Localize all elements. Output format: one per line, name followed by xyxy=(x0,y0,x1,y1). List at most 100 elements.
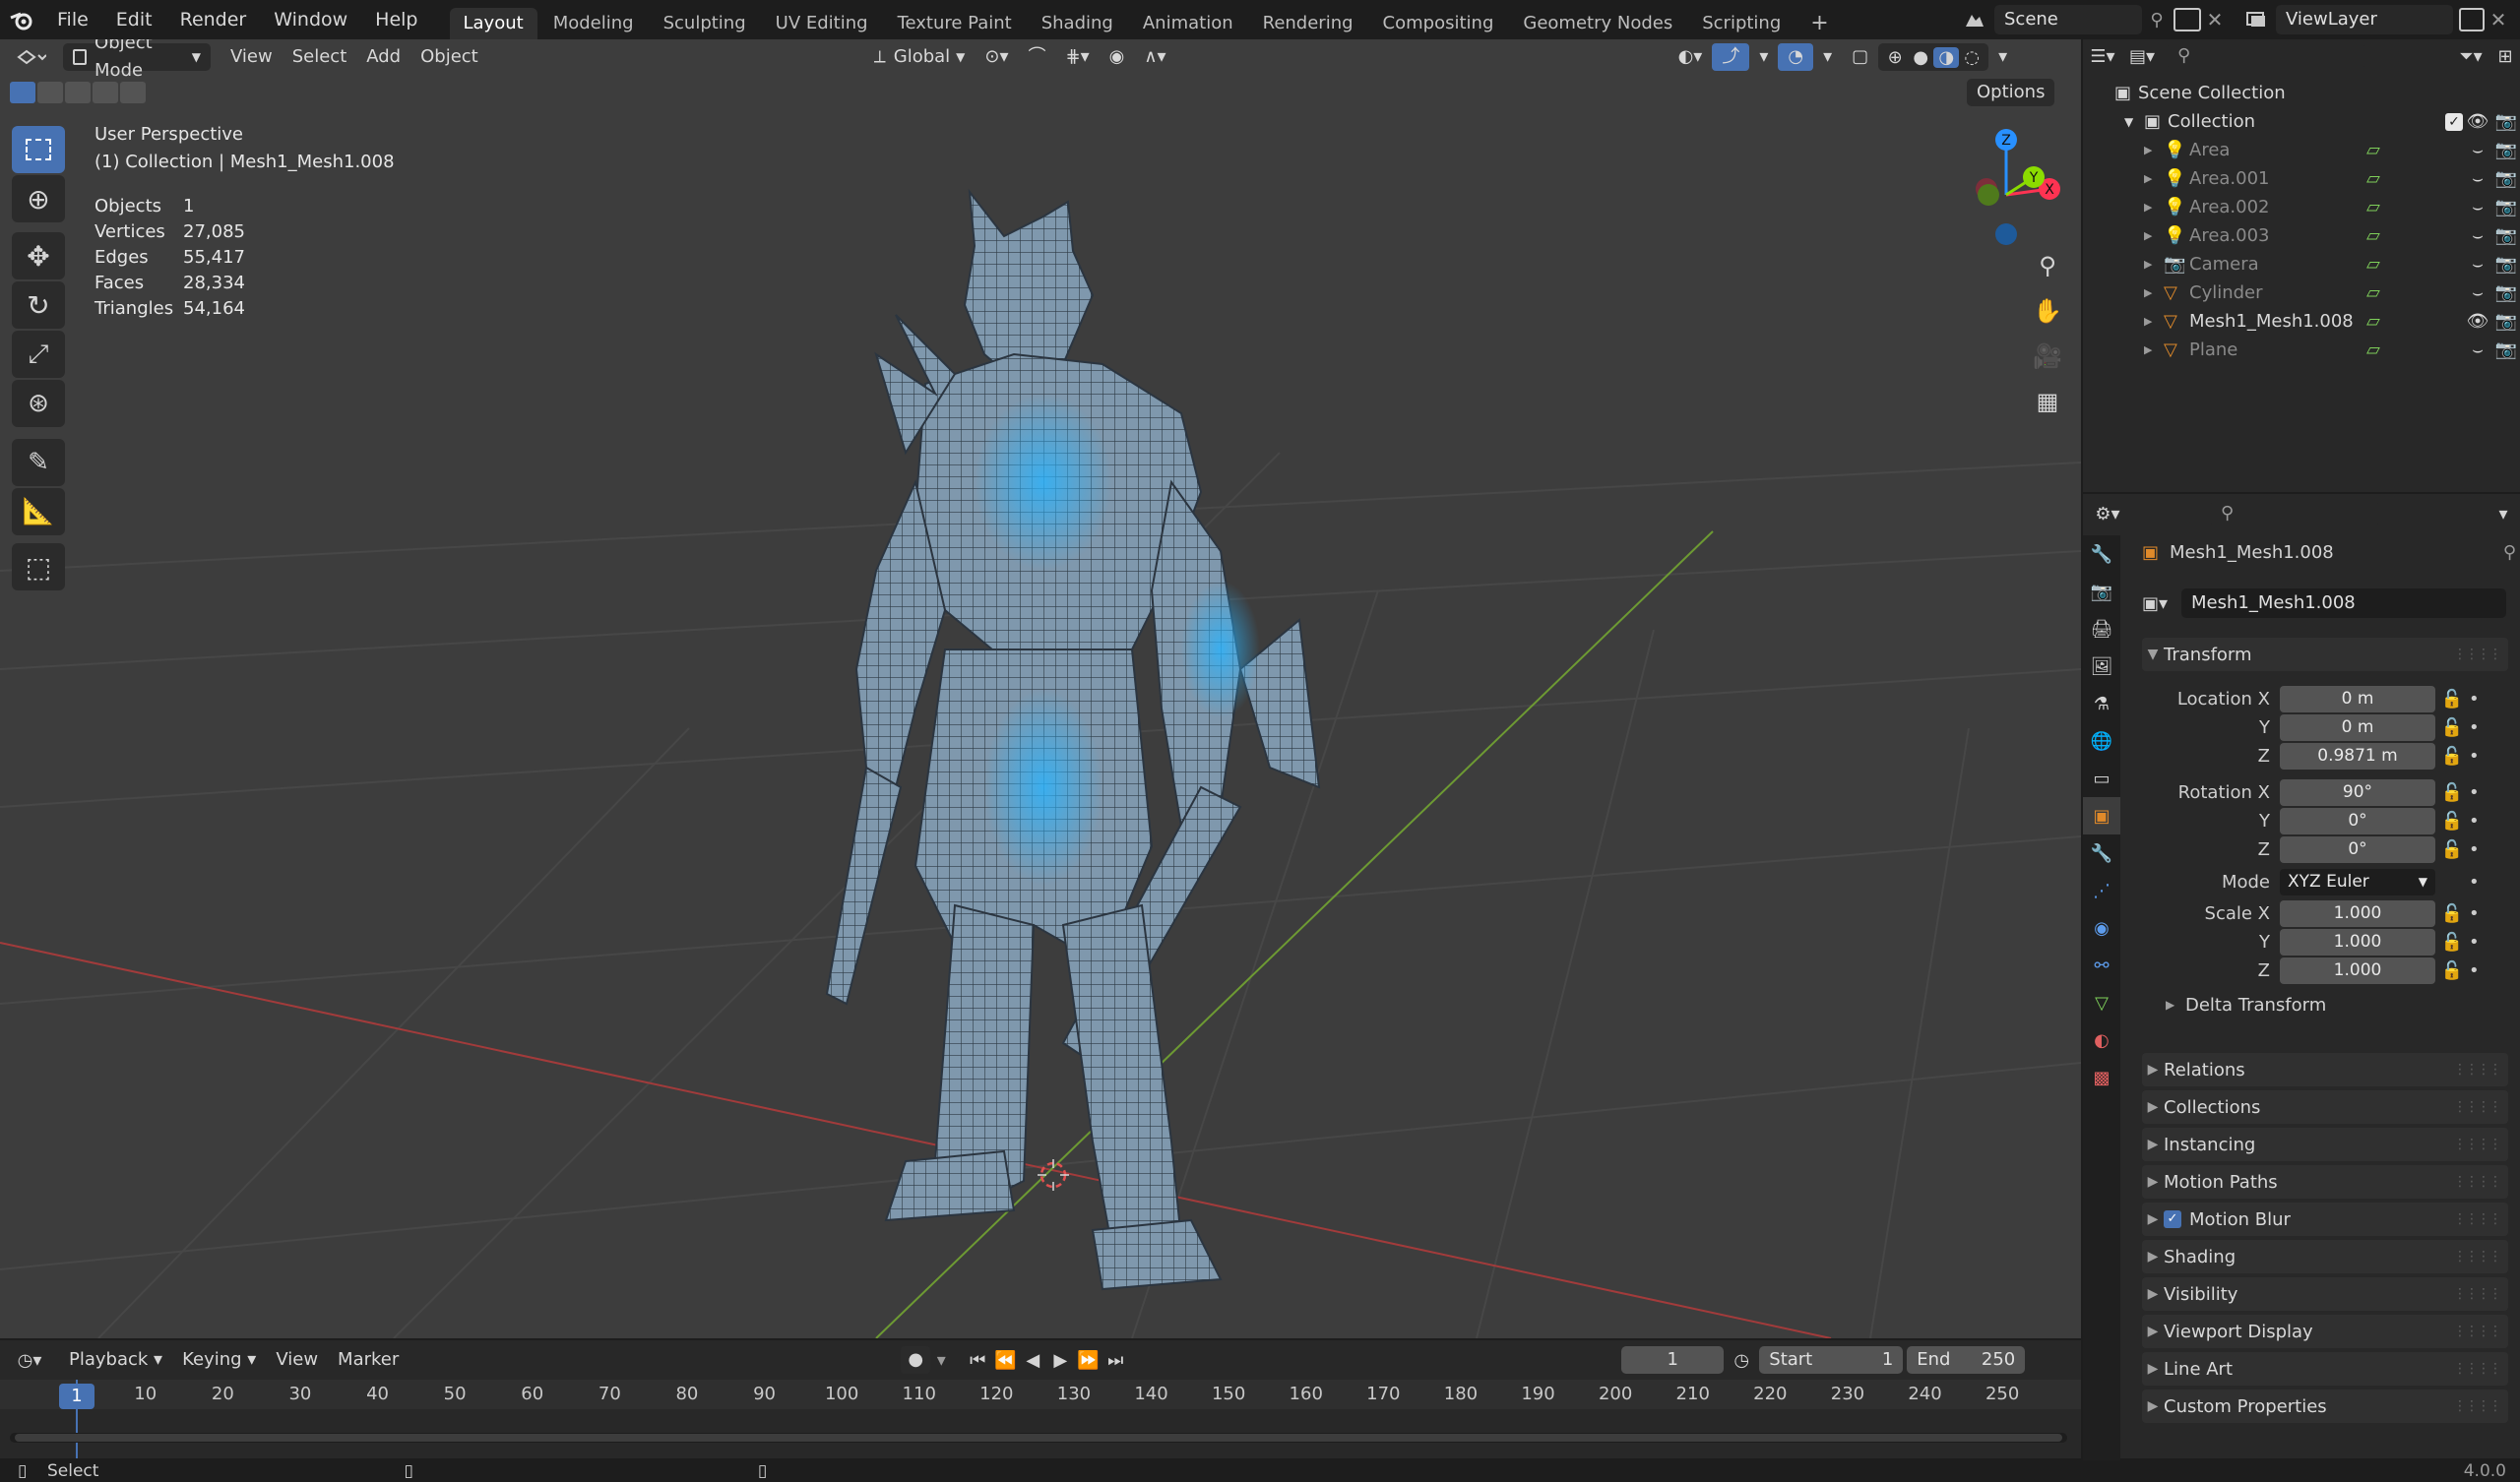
outliner-item[interactable]: ▶ 💡 Area ▱ ⌣ 📷 xyxy=(2083,136,2520,164)
scene-collection-label[interactable]: Scene Collection xyxy=(2138,83,2286,103)
end-frame-field[interactable]: End 250 xyxy=(1907,1346,2026,1374)
outliner-item-label[interactable]: Area.001 xyxy=(2189,168,2366,189)
tool-tab-icon[interactable]: 🔧 xyxy=(2083,535,2120,573)
rotation-mode-dropdown[interactable]: XYZ Euler ▼ xyxy=(2280,868,2435,895)
play-icon[interactable]: ▶ xyxy=(1046,1350,1074,1371)
hidden-eye-icon[interactable]: ⌣ xyxy=(2463,140,2492,160)
tab-sculpting[interactable]: Sculpting xyxy=(650,8,760,39)
eye-icon[interactable]: 👁 xyxy=(2463,311,2492,332)
tab-rendering[interactable]: Rendering xyxy=(1249,8,1367,39)
object-data-icon[interactable]: ▱ xyxy=(2366,197,2396,217)
camera-render-icon[interactable]: 📷 xyxy=(2492,340,2520,360)
new-view-layer-icon[interactable] xyxy=(2459,8,2485,31)
view-layer-field[interactable]: ViewLayer xyxy=(2276,5,2453,34)
wireframe-shading-icon[interactable]: ⊕ xyxy=(1882,47,1908,68)
measure-tool[interactable]: 📐 xyxy=(12,488,65,535)
data-tab-icon[interactable]: ▽ xyxy=(2083,984,2120,1021)
hidden-eye-icon[interactable]: ⌣ xyxy=(2463,254,2492,275)
select-intersect-icon[interactable] xyxy=(120,82,146,103)
shading-options-icon[interactable]: ▾ xyxy=(1988,43,2017,71)
record-button[interactable]: ● xyxy=(901,1346,931,1374)
lock-icon[interactable]: 🔓 xyxy=(2435,932,2469,953)
drag-handle-icon[interactable]: ⋮⋮⋮⋮ xyxy=(2453,647,2502,662)
object-data-icon[interactable]: ▱ xyxy=(2366,254,2396,275)
expand-arrow-icon[interactable]: ▶ xyxy=(2166,998,2185,1012)
perspective-toggle-icon[interactable]: ▦ xyxy=(2028,382,2067,421)
menu-add[interactable]: Add xyxy=(356,43,410,71)
new-scene-icon[interactable] xyxy=(2174,8,2201,31)
editor-type-icon[interactable] xyxy=(0,39,63,75)
motion-blur-checkbox[interactable]: ✓ xyxy=(2164,1210,2181,1228)
view-layer-tab-icon[interactable]: 🖼 xyxy=(2083,648,2120,685)
menu-render[interactable]: Render xyxy=(166,0,261,39)
tab-texture-paint[interactable]: Texture Paint xyxy=(884,8,1026,39)
expand-arrow-icon[interactable]: ▶ xyxy=(2144,286,2164,299)
menu-file[interactable]: File xyxy=(43,0,102,39)
preview-range-icon[interactable]: ◷ xyxy=(1724,1350,1759,1371)
properties-search-input[interactable]: ⚲ xyxy=(2211,501,2378,526)
scale-x-field[interactable]: 1.000 xyxy=(2280,900,2435,927)
exclude-checkbox[interactable]: ✓ xyxy=(2445,112,2463,131)
render-tab-icon[interactable]: 📷 xyxy=(2083,573,2120,610)
new-collection-icon[interactable]: ⊞ xyxy=(2490,46,2520,67)
output-tab-icon[interactable]: 🖨 xyxy=(2083,610,2120,648)
play-reverse-icon[interactable]: ◀ xyxy=(1019,1350,1046,1371)
lock-icon[interactable]: 🔓 xyxy=(2435,689,2469,710)
pivot-point-icon[interactable]: ⊙▾ xyxy=(975,43,1018,71)
scale-z-field[interactable]: 1.000 xyxy=(2280,957,2435,984)
outliner-item[interactable]: ▶ ▽ Cylinder ▱ ⌣ 📷 xyxy=(2083,278,2520,307)
jump-end-icon[interactable]: ⏭ xyxy=(1102,1350,1129,1371)
outliner-item[interactable]: ▶ 💡 Area.002 ▱ ⌣ 📷 xyxy=(2083,193,2520,221)
timeline-view-menu[interactable]: View xyxy=(266,1346,328,1374)
location-x-field[interactable]: 0 m xyxy=(2280,686,2435,712)
playhead-frame-badge[interactable]: 1 xyxy=(59,1384,94,1409)
outliner-item-label[interactable]: Plane xyxy=(2189,340,2366,360)
outliner-item[interactable]: ▶ 💡 Area.003 ▱ ⌣ 📷 xyxy=(2083,221,2520,250)
scene-tab-icon[interactable]: ⚗ xyxy=(2083,685,2120,722)
outliner-item-label[interactable]: Area.002 xyxy=(2189,197,2366,217)
lock-icon[interactable]: 🔓 xyxy=(2435,839,2469,860)
rotation-x-field[interactable]: 90° xyxy=(2280,779,2435,806)
menu-object[interactable]: Object xyxy=(410,43,488,71)
keyframe-dot-icon[interactable]: • xyxy=(2469,932,2480,953)
rendered-shading-icon[interactable]: ◌ xyxy=(1959,47,1984,68)
keyframe-dot-icon[interactable]: • xyxy=(2469,960,2480,981)
3d-cursor-icon[interactable] xyxy=(1038,1159,1069,1191)
expand-arrow-icon[interactable]: ▼ xyxy=(2124,115,2144,129)
keyframe-dot-icon[interactable]: • xyxy=(2469,782,2480,803)
particles-tab-icon[interactable]: ⋰ xyxy=(2083,872,2120,909)
remove-view-layer-icon[interactable]: ✕ xyxy=(2485,8,2512,31)
expand-arrow-icon[interactable]: ▶ xyxy=(2144,229,2164,242)
drag-handle-icon[interactable]: ⋮⋮⋮⋮ xyxy=(2453,1211,2502,1227)
snap-target-icon[interactable]: ⋕▾ xyxy=(1056,43,1100,71)
panel-header[interactable]: ▶ Visibility ⋮⋮⋮⋮ xyxy=(2142,1277,2508,1311)
menu-edit[interactable]: Edit xyxy=(102,0,166,39)
rotation-y-field[interactable]: 0° xyxy=(2280,808,2435,834)
transform-tool[interactable]: ⊛ xyxy=(12,380,65,427)
zoom-icon[interactable]: ⚲ xyxy=(2028,246,2067,285)
drag-handle-icon[interactable]: ⋮⋮⋮⋮ xyxy=(2453,1398,2502,1414)
filter-icon[interactable]: ⏷▾ xyxy=(2451,46,2490,67)
physics-tab-icon[interactable]: ◉ xyxy=(2083,909,2120,947)
menu-help[interactable]: Help xyxy=(361,0,431,39)
blender-logo-icon[interactable] xyxy=(0,0,43,39)
tab-layout[interactable]: Layout xyxy=(449,8,537,39)
panel-header[interactable]: ▶ Shading ⋮⋮⋮⋮ xyxy=(2142,1240,2508,1273)
hidden-eye-icon[interactable]: ⌣ xyxy=(2463,340,2492,360)
collection-label[interactable]: Collection xyxy=(2168,111,2255,132)
menu-window[interactable]: Window xyxy=(260,0,361,39)
timeline-scrollbar[interactable] xyxy=(10,1433,2067,1443)
outliner-editor-icon[interactable]: ☰▾ xyxy=(2083,46,2122,67)
scale-tool[interactable]: ⤢ xyxy=(12,331,65,378)
tab-modeling[interactable]: Modeling xyxy=(539,8,648,39)
tab-uv-editing[interactable]: UV Editing xyxy=(762,8,882,39)
select-new-icon[interactable] xyxy=(10,82,35,103)
rotation-z-field[interactable]: 0° xyxy=(2280,836,2435,863)
keyframe-dot-icon[interactable]: • xyxy=(2469,839,2480,860)
keyframe-dot-icon[interactable]: • xyxy=(2469,746,2480,767)
start-frame-field[interactable]: Start 1 xyxy=(1759,1346,1904,1374)
outliner-search-input[interactable]: ⚲ xyxy=(2168,43,2364,69)
outliner-item-label[interactable]: Cylinder xyxy=(2189,282,2366,303)
object-data-icon[interactable]: ▱ xyxy=(2366,140,2396,160)
annotate-tool[interactable]: ✎ xyxy=(12,439,65,486)
